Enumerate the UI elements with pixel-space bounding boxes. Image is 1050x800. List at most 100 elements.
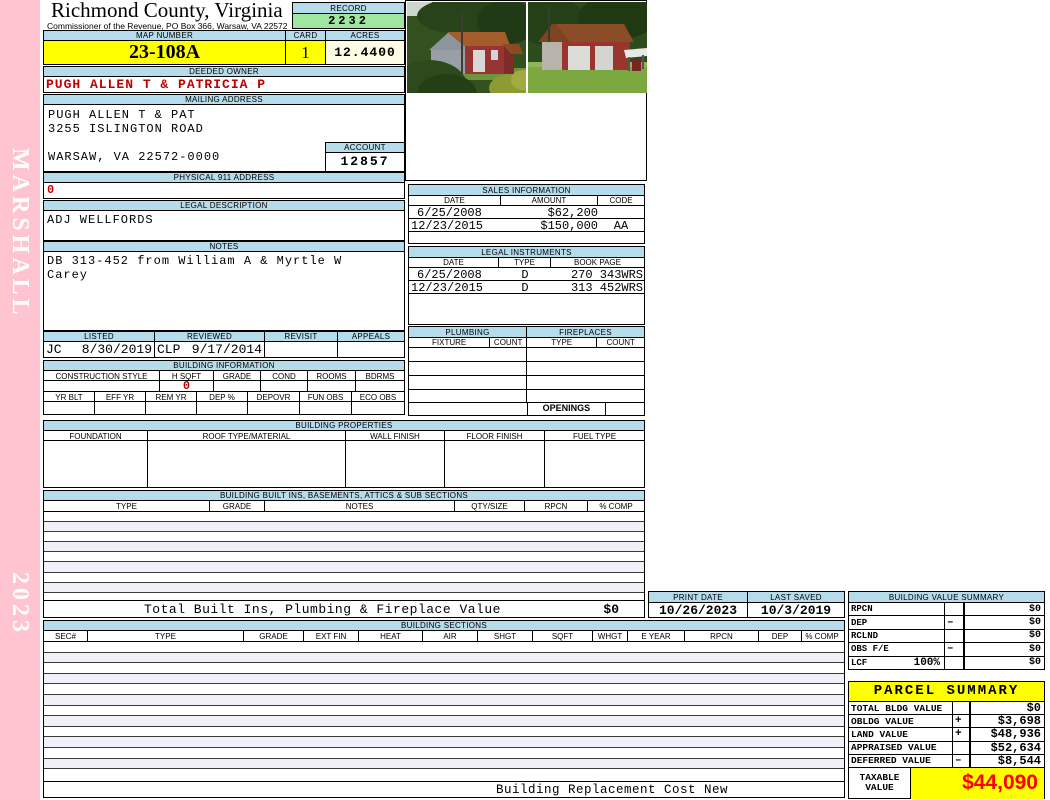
empty-row[interactable] — [44, 652, 844, 664]
bs-col-air: AIR — [423, 631, 478, 641]
fireplace-cell[interactable] — [527, 390, 645, 402]
reviewed-value[interactable]: CLP 9/17/2014 — [155, 342, 265, 357]
parcel-summary: PARCEL SUMMARY TOTAL BLDG VALUE $0 OBLDG V… — [848, 681, 1045, 799]
mailing-line-1: PUGH ALLEN T & PAT — [48, 108, 196, 122]
empty-row[interactable] — [44, 694, 844, 706]
rem-yr-value[interactable] — [146, 402, 197, 414]
empty-row[interactable] — [44, 642, 844, 653]
parcel-row: LAND VALUE + $48,936 — [849, 727, 1044, 742]
map-number-value[interactable]: 23-108A — [43, 40, 286, 65]
grade-value[interactable] — [214, 381, 261, 391]
sales-col-amount: AMOUNT — [501, 196, 598, 205]
empty-row[interactable] — [44, 663, 844, 674]
deeded-owner-value[interactable]: PUGH ALLEN T & PATRICIA P — [43, 76, 405, 93]
empty-row[interactable] — [44, 747, 844, 759]
account-value[interactable]: 12857 — [325, 152, 405, 172]
empty-row[interactable] — [44, 512, 644, 523]
fireplace-cell[interactable] — [527, 376, 645, 389]
physical-address-value[interactable]: 0 — [43, 182, 405, 199]
legal-instrument-row[interactable]: 12/23/2015 D 313 452WRS — [409, 281, 644, 295]
eco-obs-value[interactable] — [352, 402, 404, 414]
construction-style-value[interactable] — [44, 381, 160, 391]
appeals-value[interactable] — [338, 342, 404, 357]
empty-row[interactable] — [44, 673, 844, 685]
empty-row[interactable] — [44, 572, 644, 583]
rooms-value[interactable] — [308, 381, 356, 391]
built-ins-rows[interactable] — [43, 511, 645, 600]
sales-information-header: SALES INFORMATION — [409, 185, 644, 196]
empty-row[interactable] — [44, 726, 844, 738]
fun-obs-value[interactable] — [300, 402, 352, 414]
parcel-row: DEFERRED VALUE – $8,544 — [849, 754, 1044, 768]
revisit-value[interactable] — [265, 342, 338, 357]
col-fixture-count: COUNT — [490, 338, 527, 347]
floor-finish-value[interactable] — [445, 441, 545, 487]
wall-finish-value[interactable] — [346, 441, 445, 487]
print-date-value: 10/26/2023 — [649, 603, 748, 618]
li-col-bookpage: BOOK PAGE — [574, 258, 621, 267]
bvs-value: $0 — [963, 603, 1044, 616]
building-sections-rows[interactable] — [43, 641, 845, 781]
property-photo-1[interactable] — [407, 2, 526, 93]
foundation-value[interactable] — [44, 441, 148, 487]
legal-description-box[interactable]: ADJ WELLFORDS — [43, 210, 405, 241]
sales-row[interactable]: 12/23/2015 $150,000 AA — [409, 219, 644, 233]
depovr-value[interactable] — [248, 402, 300, 414]
empty-row[interactable] — [44, 552, 644, 563]
parcel-operator — [953, 742, 969, 754]
record-value[interactable]: 2232 — [292, 13, 405, 29]
bvs-label: RCLND — [851, 630, 879, 641]
parcel-value: $3,698 — [969, 714, 1044, 728]
empty-row[interactable] — [44, 758, 844, 770]
empty-row[interactable] — [44, 532, 644, 543]
empty-row[interactable] — [44, 522, 644, 533]
empty-row[interactable] — [44, 716, 844, 727]
notes-line-1: DB 313-452 from William A & Myrtle W — [47, 254, 343, 268]
col-fireplace-type: TYPE — [527, 338, 598, 347]
legal-description-value: ADJ WELLFORDS — [47, 213, 154, 227]
notes-box[interactable]: DB 313-452 from William A & Myrtle W Car… — [43, 251, 405, 331]
bs-col-grade: GRADE — [244, 631, 304, 641]
card-value[interactable]: 1 — [285, 40, 326, 65]
dep-pct-value[interactable] — [197, 402, 248, 414]
openings-value[interactable] — [606, 403, 644, 415]
last-saved-header: LAST SAVED — [748, 592, 844, 602]
empty-row[interactable] — [44, 737, 844, 748]
replacement-cost-note: Building Replacement Cost New — [496, 782, 729, 797]
acres-value[interactable]: 12.4400 — [325, 40, 405, 65]
sales-row[interactable]: 6/25/2008 $62,200 — [409, 206, 644, 220]
plumbing-cell[interactable] — [409, 362, 527, 375]
sales-information-table: SALES INFORMATION DATE AMOUNT CODE 6/25/… — [408, 184, 645, 244]
fireplace-cell[interactable] — [527, 362, 645, 375]
legal-instrument-row[interactable]: 6/25/2008 D 270 343WRS — [409, 268, 644, 282]
hsqft-value[interactable]: 0 — [160, 380, 214, 392]
cond-value[interactable] — [261, 381, 308, 391]
bvs-row: RPCN $0 — [849, 603, 1044, 617]
fuel-type-value[interactable] — [545, 441, 644, 487]
plumbing-cell[interactable] — [409, 390, 527, 402]
listed-value[interactable]: JC 8/30/2019 — [44, 342, 155, 357]
bs-col-heat: HEAT — [359, 631, 423, 641]
property-photo-2[interactable] — [528, 2, 647, 93]
taxable-value: $44,090 — [911, 767, 1044, 799]
empty-row[interactable] — [44, 582, 644, 593]
parcel-label: OBLDG VALUE — [849, 715, 953, 728]
empty-row[interactable] — [44, 684, 844, 695]
eff-yr-value[interactable] — [95, 402, 146, 414]
plumbing-cell[interactable] — [409, 348, 527, 361]
roof-value[interactable] — [148, 441, 346, 487]
plumbing-cell[interactable] — [409, 376, 527, 389]
empty-row[interactable] — [44, 705, 844, 717]
bvs-row: LCF 100% $0 — [849, 656, 1044, 670]
yr-blt-value[interactable] — [44, 402, 95, 414]
fireplace-cell[interactable] — [527, 348, 645, 361]
photo-panel — [405, 0, 647, 181]
bdrms-value[interactable] — [356, 381, 404, 391]
empty-row[interactable] — [44, 542, 644, 553]
bi-col-comp: % COMP — [599, 501, 633, 511]
bs-col-eyear: E YEAR — [628, 631, 685, 641]
last-saved-value: 10/3/2019 — [760, 603, 832, 618]
empty-row[interactable] — [44, 562, 644, 573]
bvs-label: OBS F/E — [851, 644, 889, 655]
